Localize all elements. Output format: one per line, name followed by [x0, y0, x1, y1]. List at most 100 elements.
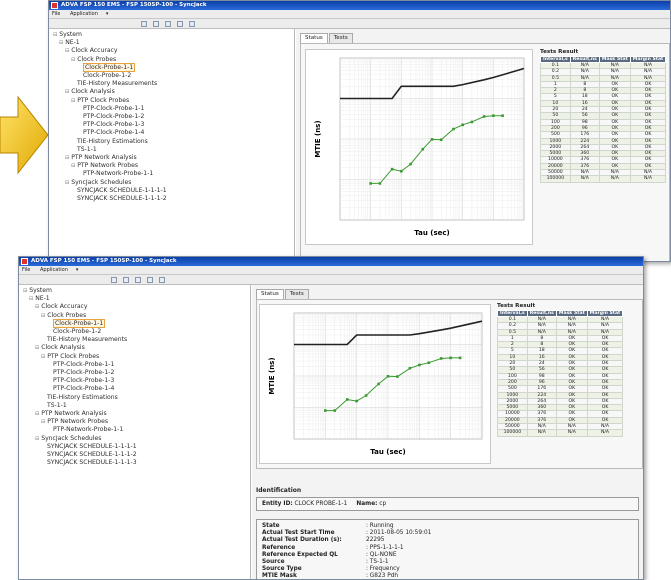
tree-node-schedule-2[interactable]: SYNCJACK SCHEDULE-1-1-1-2: [49, 195, 294, 203]
tree-node-ptp-clock-probes[interactable]: ⊟ PTP Clock Probes: [19, 353, 250, 361]
toolbar-save-icon[interactable]: [165, 21, 171, 27]
menu-application[interactable]: Application: [70, 11, 98, 17]
tree-node-ne[interactable]: ⊟ NE-1: [49, 39, 294, 47]
detail-pane: Status Tests Tau (sec) MTIE (ns) Tests Res…: [296, 29, 670, 261]
name-label: Name:: [356, 501, 378, 507]
toolbar-open-icon[interactable]: [111, 277, 117, 283]
tree-node-ptp-network-analysis[interactable]: ⊟ PTP Network Analysis: [19, 410, 250, 418]
tree-node-tie-estimations[interactable]: TIE-History Estimations: [19, 394, 250, 402]
tab-status[interactable]: Status: [300, 33, 328, 43]
tree-node-schedule-1[interactable]: SYNCJACK SCHEDULE-1-1-1-1: [49, 187, 294, 195]
identification-section: Identification Entity ID: CLOCK PROBE-1-…: [256, 487, 639, 511]
tree-node-ptp-probe-2[interactable]: PTP-Clock-Probe-1-2: [19, 369, 250, 377]
window-title: ADVA FSP 150 EMS - FSP 150SP-100 - SyncJ…: [31, 258, 177, 264]
navigation-tree: ⊟ System ⊟ NE-1 ⊟ Clock Accuracy ⊟ Clock Probes…: [19, 285, 251, 579]
column-header[interactable]: Result,ns: [569, 56, 600, 63]
toolbar-help-icon[interactable]: [159, 277, 165, 283]
status-label: MTIE Mask: [262, 573, 297, 580]
tree-node-ptp-probe-2[interactable]: PTP-Clock-Probe-1-2: [49, 113, 294, 121]
tree-node-clock-analysis[interactable]: ⊟ Clock Analysis: [49, 88, 294, 96]
tree-expand-icon[interactable]: ⊟: [65, 180, 69, 186]
tree-expand-icon[interactable]: ⊟: [41, 354, 45, 360]
tree-node-sync-schedules[interactable]: ⊟ SyncJack Schedules: [19, 435, 250, 443]
tree-expand-icon[interactable]: ⊟: [53, 32, 57, 38]
tree-expand-icon[interactable]: ⊟: [29, 296, 33, 302]
tree-node-ne[interactable]: ⊟ NE-1: [19, 295, 250, 303]
tree-node-schedule-3[interactable]: SYNCJACK SCHEDULE-1-1-1-3: [19, 459, 250, 467]
tree-expand-icon[interactable]: ⊟: [41, 313, 45, 319]
toolbar-refresh-icon[interactable]: [147, 277, 153, 283]
toolbar-cut-icon[interactable]: [123, 277, 129, 283]
tree-expand-icon[interactable]: ⊟: [71, 57, 75, 63]
mtie-data-point: [492, 114, 495, 118]
tree-expand-icon[interactable]: ⊟: [71, 98, 75, 104]
column-header[interactable]: Margin Stat: [586, 310, 624, 317]
menu-file[interactable]: File: [22, 267, 30, 273]
toolbar-cut-icon[interactable]: [153, 21, 159, 27]
tree-expand-icon[interactable]: ⊟: [71, 163, 75, 169]
tree-expand-icon[interactable]: ⊟: [65, 89, 69, 95]
tree-node-ptp-network-analysis[interactable]: ⊟ PTP Network Analysis: [49, 154, 294, 162]
tree-node-ptp-probe-1[interactable]: PTP-Clock-Probe-1-1: [49, 105, 294, 113]
menu-file[interactable]: File: [52, 11, 60, 17]
tree-node-schedule-1[interactable]: SYNCJACK SCHEDULE-1-1-1-1: [19, 443, 250, 451]
toolbar-save-icon[interactable]: [135, 277, 141, 283]
menu-application[interactable]: Application: [40, 267, 68, 273]
tree-expand-icon[interactable]: ⊟: [41, 419, 45, 425]
tree-node-system[interactable]: ⊟ System: [19, 287, 250, 295]
toolbar-refresh-icon[interactable]: [177, 21, 183, 27]
tree-node-clock-probe-1[interactable]: Clock-Probe-1-1: [49, 62, 294, 72]
toolbar-help-icon[interactable]: [189, 21, 195, 27]
status-value: : Frequency: [366, 566, 400, 573]
tree-expand-icon[interactable]: ⊟: [59, 40, 63, 46]
tree-node-clock-probe-1[interactable]: Clock-Probe-1-1: [19, 318, 250, 328]
tree-node-tie-history[interactable]: TIE-History Measurements: [19, 336, 250, 344]
tree-expand-icon[interactable]: ⊟: [23, 288, 27, 294]
toolbar-open-icon[interactable]: [141, 21, 147, 27]
column-header[interactable]: Interval,s: [540, 56, 571, 63]
tree-node-ptp-probe-1[interactable]: PTP-Clock-Probe-1-1: [19, 361, 250, 369]
tree-node-ptp-network-probe[interactable]: PTP-Network-Probe-1-1: [49, 170, 294, 178]
column-header[interactable]: Result,ns: [526, 310, 557, 317]
tree-node-clock-accuracy[interactable]: ⊟ Clock Accuracy: [19, 303, 250, 311]
tree-node-ptp-clock-probes[interactable]: ⊟ PTP Clock Probes: [49, 97, 294, 105]
tree-node-tie-history[interactable]: TIE-History Measurements: [49, 80, 294, 88]
tree-expand-icon[interactable]: ⊟: [65, 155, 69, 161]
tree-node-system[interactable]: ⊟ System: [49, 31, 294, 39]
tree-expand-icon[interactable]: ⊟: [35, 304, 39, 310]
tree-node-clock-analysis[interactable]: ⊟ Clock Analysis: [19, 344, 250, 352]
tree-node-ptp-probe-3[interactable]: PTP-Clock-Probe-1-3: [19, 377, 250, 385]
tree-node-clock-probe-2[interactable]: Clock-Probe-1-2: [19, 328, 250, 336]
tree-node-ptp-network-probes[interactable]: ⊟ PTP Network Probes: [19, 418, 250, 426]
column-header[interactable]: Mask Stat: [555, 310, 588, 317]
column-header[interactable]: Mask Stat: [598, 56, 631, 63]
tree-node-ts[interactable]: TS-1-1: [49, 146, 294, 154]
tree-node-ptp-probe-4[interactable]: PTP-Clock-Probe-1-4: [49, 129, 294, 137]
tree-node-ptp-probe-3[interactable]: PTP-Clock-Probe-1-3: [49, 121, 294, 129]
tree-expand-icon[interactable]: ⊟: [35, 436, 39, 442]
tab-status[interactable]: Status: [256, 289, 284, 299]
tree-node-ptp-probe-4[interactable]: PTP-Clock-Probe-1-4: [19, 385, 250, 393]
tree-node-ptp-network-probe[interactable]: PTP-Network-Probe-1-1: [19, 426, 250, 434]
tree-expand-icon[interactable]: ⊟: [65, 48, 69, 54]
tree-node-sync-schedules[interactable]: ⊟ SyncJack Schedules: [49, 179, 294, 187]
tab-tests[interactable]: Tests: [284, 289, 309, 299]
tree-node-clock-probe-2[interactable]: Clock-Probe-1-2: [49, 72, 294, 80]
column-header[interactable]: Margin Stat: [629, 56, 667, 63]
window-title: ADVA FSP 150 EMS - FSP 150SP-100 - SyncJ…: [61, 2, 207, 8]
tree-node-ts[interactable]: TS-1-1: [19, 402, 250, 410]
tree-node-tie-estimations[interactable]: TIE-History Estimations: [49, 138, 294, 146]
tab-tests[interactable]: Tests: [328, 33, 353, 43]
tree-node-schedule-2[interactable]: SYNCJACK SCHEDULE-1-1-1-2: [19, 451, 250, 459]
tree-expand-icon[interactable]: ⊟: [35, 411, 39, 417]
status-value: : Running: [366, 523, 394, 529]
tree-node-label: SYNCJACK SCHEDULE-1-1-1-1: [47, 442, 137, 450]
tests-result-table: Tests Result Interval,s Result,ns Mask Stat…: [497, 303, 624, 437]
mtie-data-point: [400, 169, 403, 173]
tab-bar: Status Tests: [300, 33, 354, 43]
tree-node-ptp-network-probes[interactable]: ⊟ PTP Network Probes: [49, 162, 294, 170]
tree-node-clock-accuracy[interactable]: ⊟ Clock Accuracy: [49, 47, 294, 55]
column-header[interactable]: Interval,s: [497, 310, 528, 317]
tree-node-label: PTP-Clock-Probe-1-2: [83, 113, 145, 121]
tree-expand-icon[interactable]: ⊟: [35, 345, 39, 351]
